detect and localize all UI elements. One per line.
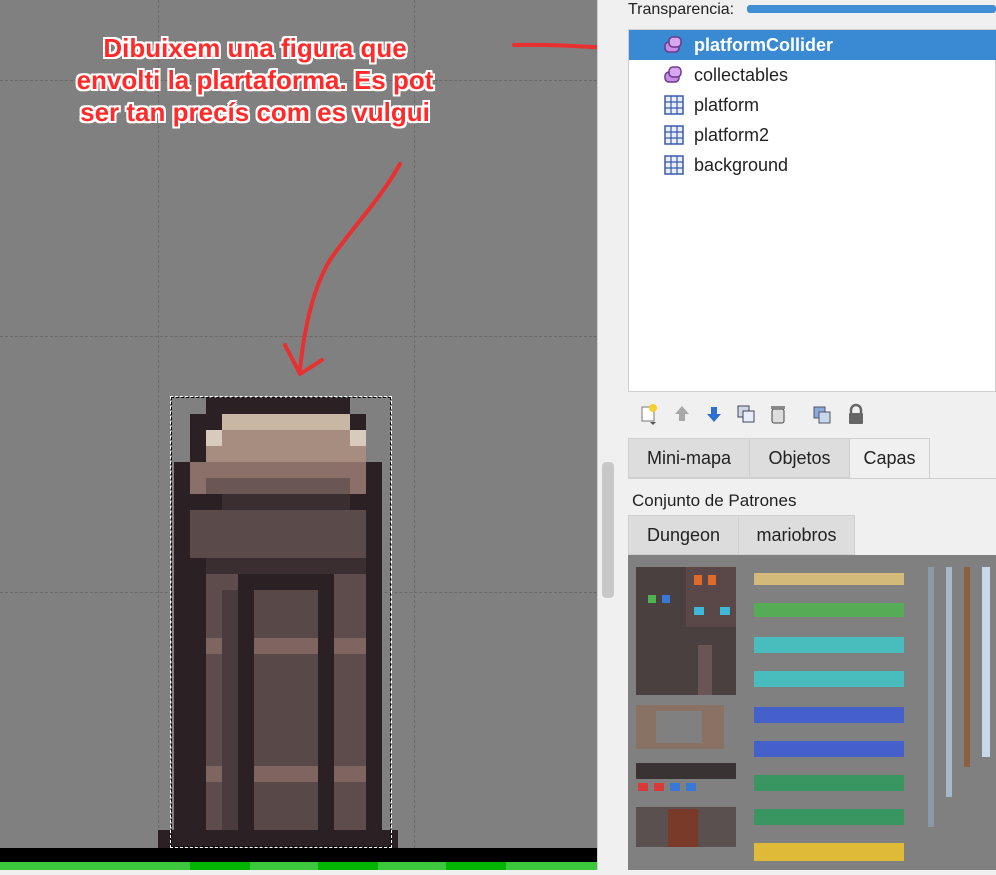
tileset-view[interactable] (628, 555, 996, 870)
annotation-text: Dibuixem una figura que envolti la plart… (30, 32, 480, 128)
grid-line (0, 336, 597, 337)
tileset-image (636, 567, 990, 861)
transparency-label: Transparencia: (628, 1, 735, 18)
tab-mini-mapa[interactable]: Mini-mapa (628, 438, 750, 478)
layer-row-platform[interactable]: platform (629, 90, 996, 120)
layer-list[interactable]: platformCollider collectables platform p… (628, 29, 996, 392)
collider-selection-box[interactable] (170, 396, 392, 848)
tab-dungeon[interactable]: Dungeon (628, 515, 739, 555)
object-layer-icon (664, 66, 682, 83)
panel-splitter[interactable] (597, 0, 619, 870)
duplicate-layer-icon[interactable] (735, 402, 757, 426)
layer-row-background[interactable]: background (629, 150, 996, 180)
layer-label: platform (694, 94, 760, 115)
tileset-tab-bar: Dungeon mariobros (628, 515, 996, 555)
layer-row-platformcollider[interactable]: platformCollider (629, 30, 996, 60)
transparency-slider[interactable] (747, 5, 996, 13)
layer-label: collectables (694, 64, 789, 85)
layer-label: background (694, 154, 789, 175)
layer-row-platform2[interactable]: platform2 (629, 120, 996, 150)
lock-icon[interactable] (845, 402, 867, 426)
annotation-line: Dibuixem una figura que (103, 33, 407, 63)
annotation-line: envolti la plartaforma. Es pot (76, 65, 434, 95)
lower-layer-icon[interactable] (703, 402, 725, 426)
tile-layer-icon (664, 155, 684, 175)
tab-mariobros[interactable]: mariobros (738, 515, 855, 555)
tab-capas[interactable]: Capas (849, 438, 930, 478)
map-canvas[interactable]: Dibuixem una figura que envolti la plart… (0, 0, 597, 870)
raise-layer-icon[interactable] (671, 402, 693, 426)
layer-label: platform2 (694, 124, 770, 145)
dock-tab-bar: Mini-mapa Objetos Capas (628, 438, 996, 479)
ground-tiles (0, 862, 597, 870)
tileset-panel-title: Conjunto de Patrones (632, 491, 797, 510)
delete-layer-icon[interactable] (767, 402, 789, 426)
tile-layer-icon (664, 125, 684, 145)
toggle-other-layers-icon[interactable] (811, 402, 833, 426)
layer-label: platformCollider (694, 34, 834, 55)
tile-layer-icon (664, 95, 684, 115)
annotation-line: ser tan precís com es vulgui (80, 97, 430, 127)
object-layer-icon (664, 36, 682, 53)
splitter-handle[interactable] (602, 462, 614, 598)
ground-edge (0, 848, 597, 862)
layer-row-collectables[interactable]: collectables (629, 60, 996, 90)
tab-objetos[interactable]: Objetos (749, 438, 850, 478)
layers-panel: Transparencia: platformCollider collecta… (619, 0, 996, 870)
new-layer-icon[interactable] (639, 402, 661, 426)
